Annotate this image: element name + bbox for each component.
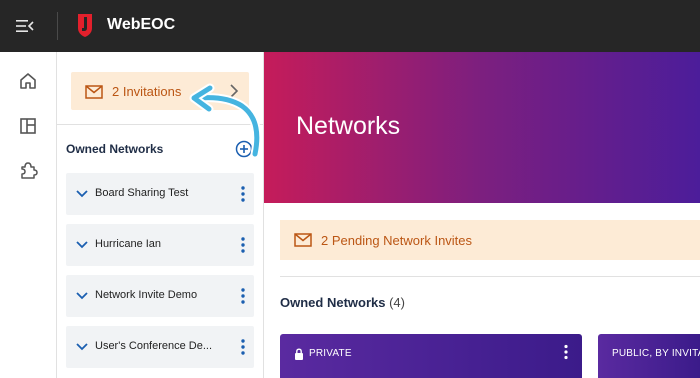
boards-icon[interactable] bbox=[17, 115, 39, 137]
networks-sidebar: 2 Invitations Owned Networks Board Shari… bbox=[57, 52, 264, 378]
more-options-icon[interactable] bbox=[238, 185, 248, 203]
chevron-down-icon[interactable] bbox=[76, 239, 88, 251]
hero-banner: Networks bbox=[264, 52, 700, 203]
more-options-icon[interactable] bbox=[238, 338, 248, 356]
chevron-down-icon[interactable] bbox=[76, 341, 88, 353]
left-rail bbox=[0, 52, 57, 378]
network-name: Hurricane Ian bbox=[95, 238, 162, 250]
chevron-right-icon bbox=[230, 84, 239, 98]
more-options-icon[interactable] bbox=[563, 344, 569, 360]
sidebar-divider bbox=[57, 124, 263, 125]
puzzle-icon[interactable] bbox=[17, 159, 39, 181]
app-title: WebEOC bbox=[107, 16, 176, 33]
invitations-button[interactable]: 2 Invitations bbox=[71, 72, 249, 110]
more-options-icon[interactable] bbox=[238, 236, 248, 254]
owned-networks-heading: Owned Networks (4) bbox=[280, 295, 405, 310]
network-visibility-tag: PUBLIC, BY INVITATI bbox=[612, 348, 700, 359]
envelope-icon bbox=[294, 233, 312, 247]
network-list-item[interactable]: User's Conference De... bbox=[66, 326, 254, 368]
home-icon[interactable] bbox=[17, 70, 39, 92]
pending-invites-banner[interactable]: 2 Pending Network Invites bbox=[280, 220, 700, 260]
owned-networks-count: (4) bbox=[389, 295, 405, 310]
envelope-icon bbox=[85, 85, 103, 99]
network-card[interactable]: PUBLIC, BY INVITATI bbox=[598, 334, 700, 378]
content-divider bbox=[280, 276, 700, 277]
more-options-icon[interactable] bbox=[238, 287, 248, 305]
page-title: Networks bbox=[296, 112, 401, 140]
top-bar: WebEOC bbox=[0, 0, 700, 52]
owned-networks-heading-text: Owned Networks bbox=[280, 295, 386, 310]
menu-collapse-icon[interactable] bbox=[14, 16, 36, 36]
network-name: User's Conference De... bbox=[95, 340, 213, 352]
network-card[interactable]: PRIVATE bbox=[280, 334, 582, 378]
network-list-item[interactable]: Network Invite Demo bbox=[66, 275, 254, 317]
network-list-item[interactable]: Board Sharing Test bbox=[66, 173, 254, 215]
network-name: Network Invite Demo bbox=[95, 289, 198, 301]
chevron-down-icon[interactable] bbox=[76, 188, 88, 200]
main-content: Networks 2 Pending Network Invites Owned… bbox=[264, 52, 700, 378]
chevron-down-icon[interactable] bbox=[76, 290, 88, 302]
webeoc-logo-icon bbox=[78, 14, 92, 37]
invitations-label: 2 Invitations bbox=[112, 84, 182, 99]
lock-icon bbox=[295, 348, 303, 360]
network-name: Board Sharing Test bbox=[95, 187, 189, 199]
network-visibility-tag: PRIVATE bbox=[309, 348, 352, 359]
owned-networks-title: Owned Networks bbox=[66, 142, 164, 156]
header-divider bbox=[57, 12, 58, 40]
network-list-item[interactable]: Hurricane Ian bbox=[66, 224, 254, 266]
add-network-icon[interactable] bbox=[235, 140, 253, 158]
pending-invites-label: 2 Pending Network Invites bbox=[321, 233, 473, 248]
